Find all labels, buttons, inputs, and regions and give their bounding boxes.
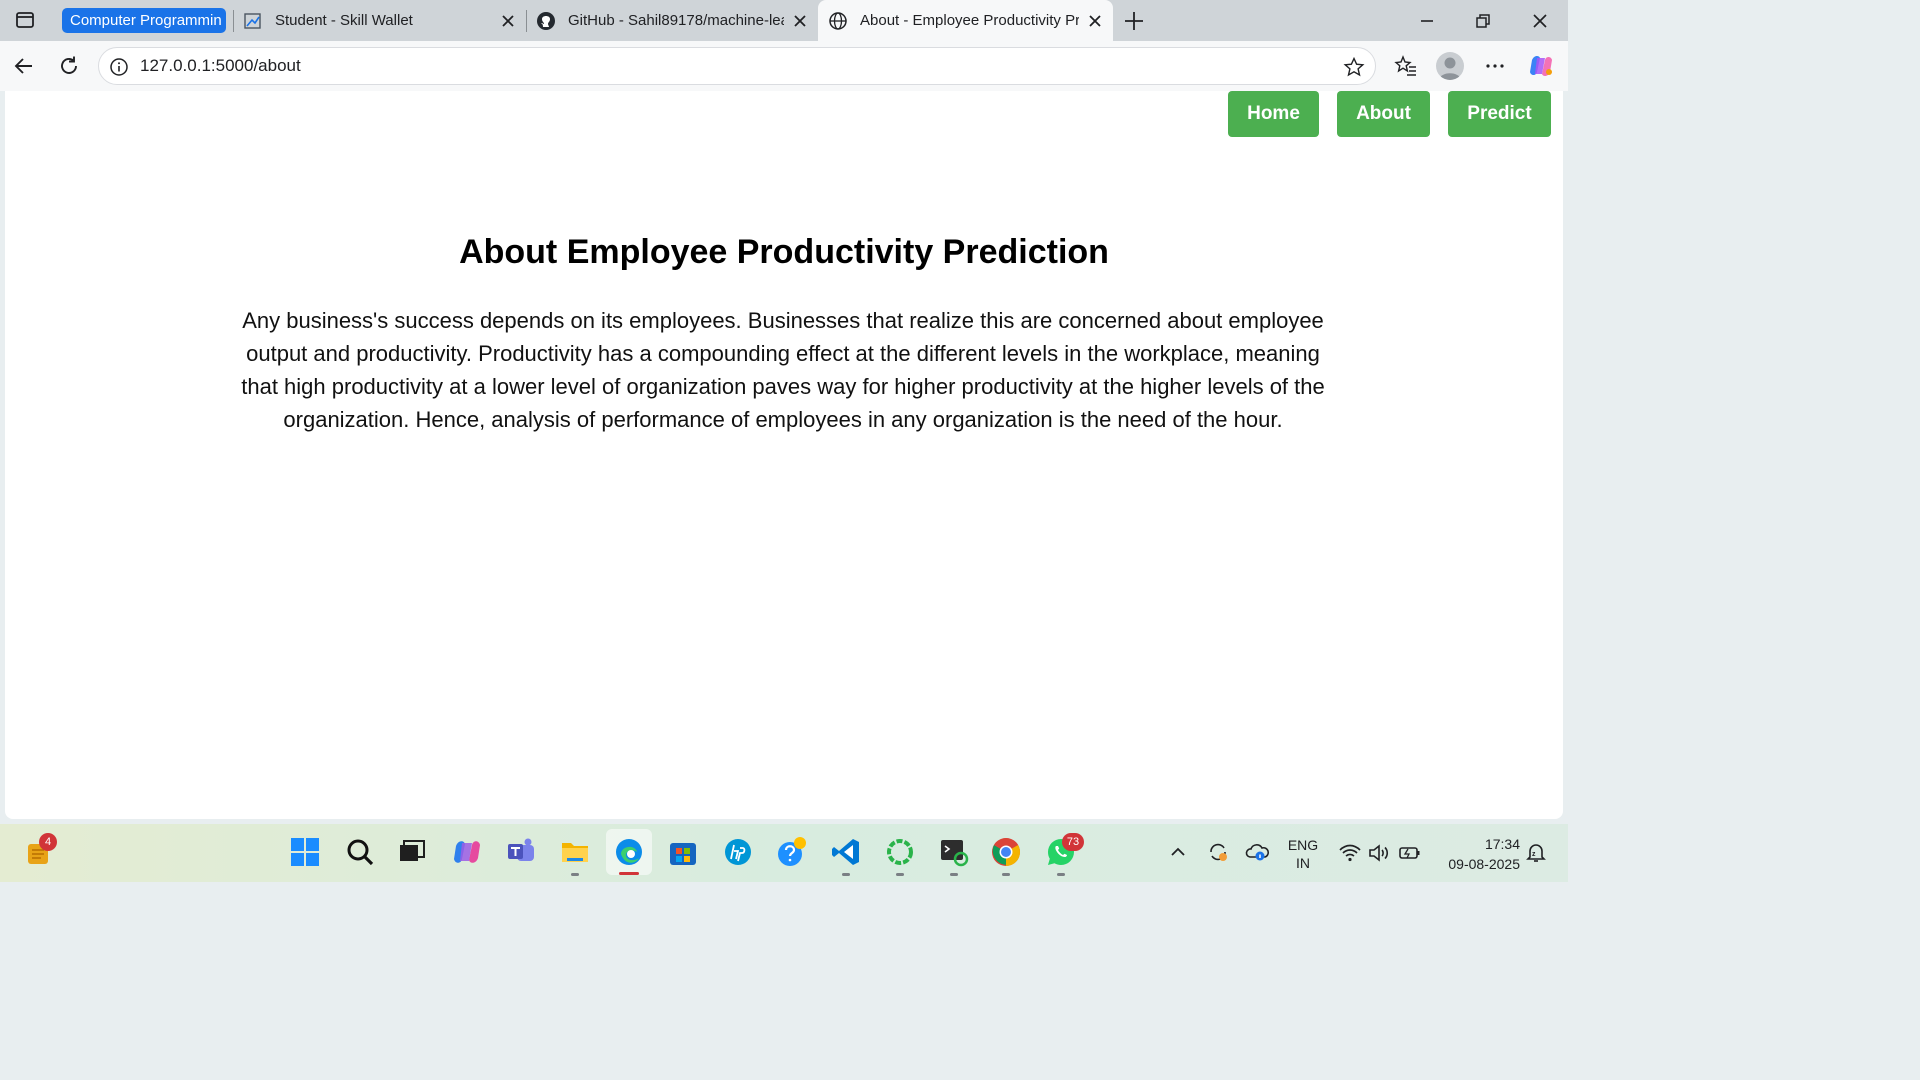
browser-toolbar: 127.0.0.1:5000/about — [0, 41, 1568, 91]
running-indicator — [1002, 873, 1010, 876]
language-indicator[interactable]: ENG IN — [1284, 836, 1322, 872]
new-tab-icon[interactable] — [1121, 8, 1147, 34]
file-explorer-icon[interactable] — [559, 836, 591, 868]
back-icon[interactable] — [12, 54, 36, 78]
url-text[interactable]: 127.0.0.1:5000/about — [140, 48, 301, 84]
chevron-up-icon[interactable] — [1168, 842, 1188, 862]
profile-avatar[interactable] — [1436, 52, 1464, 80]
edge-icon[interactable] — [613, 836, 645, 868]
task-view-icon[interactable] — [396, 836, 428, 868]
battery-icon[interactable] — [1397, 842, 1423, 864]
running-indicator — [950, 873, 958, 876]
page-title: About Employee Productivity Prediction — [459, 233, 1109, 271]
tab-title: About - Employee Productivity Pr — [860, 12, 1079, 29]
reload-icon[interactable] — [57, 54, 81, 78]
nav-predict-button[interactable]: Predict — [1448, 91, 1551, 137]
windows-start-icon[interactable] — [289, 836, 321, 868]
copilot-icon[interactable] — [1527, 52, 1555, 80]
tab-github[interactable]: GitHub - Sahil89178/machine-lea — [526, 0, 818, 41]
address-bar[interactable]: 127.0.0.1:5000/about — [98, 47, 1376, 85]
clock-time: 17:34 — [1484, 836, 1520, 852]
sync-icon[interactable] — [1206, 840, 1230, 864]
microsoft-store-icon[interactable] — [667, 836, 699, 868]
chrome-icon[interactable] — [990, 836, 1022, 868]
tab-title: GitHub - Sahil89178/machine-lea — [568, 12, 784, 29]
loading-app-icon[interactable] — [884, 836, 916, 868]
minimize-icon[interactable] — [1416, 10, 1438, 32]
volume-icon[interactable] — [1367, 842, 1391, 864]
language-label: ENG — [1287, 837, 1319, 853]
running-indicator — [842, 873, 850, 876]
running-indicator — [896, 873, 904, 876]
search-icon[interactable] — [344, 836, 376, 868]
region-label: IN — [1296, 855, 1310, 871]
taskbar: 4 73 ENG IN 17:34 09-08-2025 z — [0, 824, 1568, 882]
close-icon[interactable] — [500, 13, 516, 29]
tab-actions-icon[interactable] — [14, 9, 36, 31]
clock[interactable]: 17:34 09-08-2025 — [1432, 834, 1520, 874]
person-icon — [1439, 57, 1461, 80]
page-viewport: Home About Predict About Employee Produc… — [5, 91, 1563, 819]
page-description: Any business's success depends on its em… — [241, 308, 1325, 432]
vscode-icon[interactable] — [830, 836, 862, 868]
active-indicator — [619, 872, 639, 875]
close-icon[interactable] — [1087, 13, 1103, 29]
nav-home-button[interactable]: Home — [1228, 91, 1319, 137]
restore-icon[interactable] — [1472, 10, 1494, 32]
close-window-icon[interactable] — [1529, 10, 1551, 32]
hp-icon[interactable] — [722, 836, 754, 868]
whatsapp-badge: 73 — [1062, 833, 1084, 851]
wifi-icon[interactable] — [1338, 842, 1362, 864]
teams-icon[interactable] — [505, 836, 537, 868]
skill-wallet-icon — [244, 12, 261, 29]
nav-about-button[interactable]: About — [1337, 91, 1430, 137]
favorite-star-icon[interactable] — [1343, 56, 1365, 78]
tab-strip: Computer Programmin Student - Skill Wall… — [0, 0, 1568, 41]
get-help-icon[interactable] — [776, 836, 808, 868]
notification-bell-icon[interactable]: z — [1526, 842, 1546, 864]
running-indicator — [571, 873, 579, 876]
widgets-badge: 4 — [39, 833, 57, 851]
site-info-icon[interactable] — [109, 57, 129, 77]
tab-skill-wallet[interactable]: Student - Skill Wallet — [233, 0, 526, 41]
terminal-icon[interactable] — [938, 836, 970, 868]
more-menu-icon[interactable] — [1483, 54, 1507, 78]
github-icon — [537, 11, 555, 30]
close-icon[interactable] — [792, 13, 808, 29]
tab-about-active[interactable]: About - Employee Productivity Pr — [818, 0, 1113, 41]
onedrive-icon[interactable] — [1245, 840, 1271, 864]
tab-group-label[interactable]: Computer Programmin — [62, 8, 226, 33]
favorites-icon[interactable] — [1394, 54, 1418, 78]
clock-date: 09-08-2025 — [1448, 856, 1520, 872]
svg-text:z: z — [1532, 851, 1536, 858]
running-indicator — [1057, 873, 1065, 876]
globe-icon — [829, 11, 847, 30]
tab-title: Student - Skill Wallet — [275, 12, 413, 29]
copilot-app-icon[interactable] — [451, 836, 483, 868]
